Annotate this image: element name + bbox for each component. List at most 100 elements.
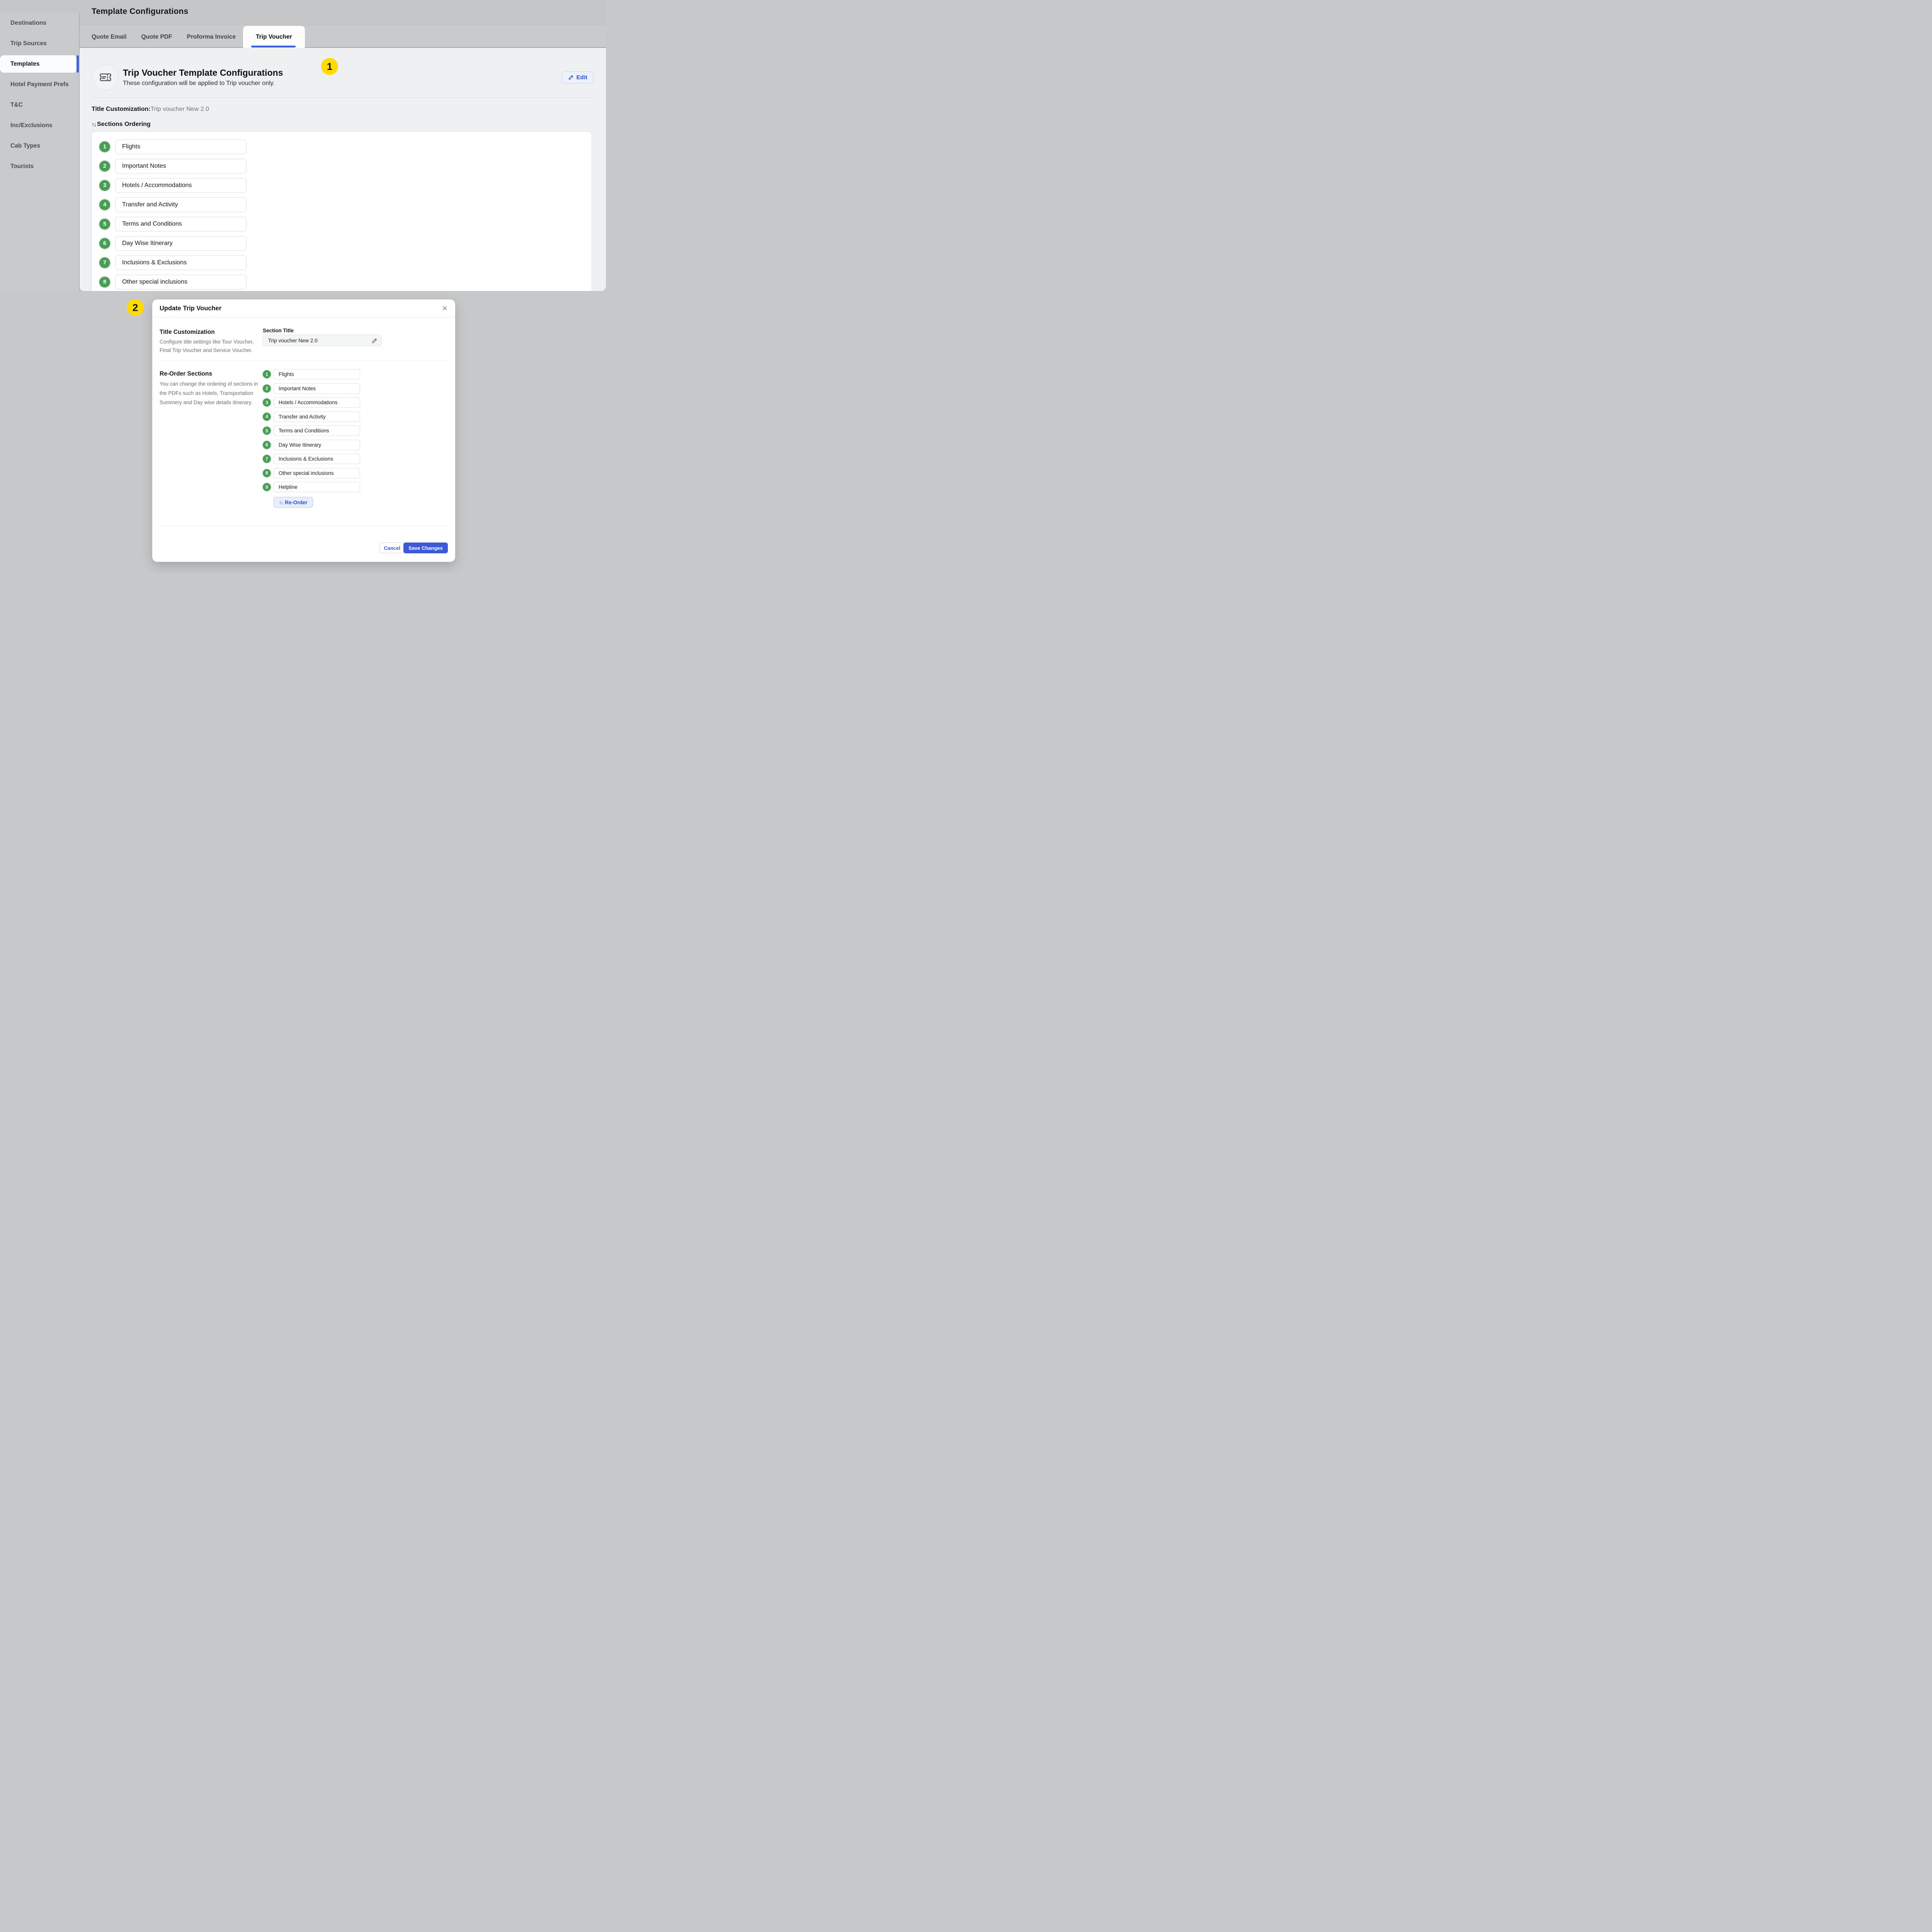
tab-label: Proforma Invoice	[187, 34, 236, 41]
section-title-input[interactable]: Trip voucher New 2.0	[263, 335, 382, 346]
reorder-arrows-icon: ↑↓	[279, 500, 282, 505]
section-label-box[interactable]: Day Wise Itinerary	[274, 440, 360, 450]
panel-heading: Trip Voucher Template Configurations	[123, 68, 283, 78]
tab-trip-voucher[interactable]: Trip Voucher	[243, 26, 305, 48]
title-customization-label: Title Customization:	[92, 106, 151, 112]
reorder-row: 5 Terms and Conditions	[263, 425, 360, 436]
sidebar-item-label: T&C	[10, 102, 23, 109]
section-label-box[interactable]: Hotels / Accommodations	[274, 397, 360, 408]
sidebar-item-trip-sources[interactable]: Trip Sources	[0, 33, 79, 54]
sidebar-item-label: Trip Sources	[10, 40, 47, 47]
tab-proforma-invoice[interactable]: Proforma Invoice	[180, 27, 243, 47]
section-row: 5 Terms and Conditions	[99, 217, 592, 231]
section-row: 4 Transfer and Activity	[99, 197, 592, 212]
section-row: 2 Important Notes	[99, 159, 592, 173]
reorder-button[interactable]: ↑↓ Re-Order	[274, 497, 313, 508]
sidebar-item-inc-exclusions[interactable]: Inc/Exclusions	[0, 115, 79, 136]
modal-title-customization-description: Configure title settings like Tour Vouch…	[160, 338, 258, 355]
section-label-box: Day Wise Itinerary	[115, 236, 247, 251]
modal-header: Update Trip Voucher	[152, 299, 455, 318]
reorder-row: 1 Flights	[263, 369, 360, 379]
sidebar-item-destinations[interactable]: Destinations	[0, 13, 79, 33]
section-label-box: Important Notes	[115, 159, 247, 173]
voucher-avatar	[92, 64, 119, 90]
reorder-row: 2 Important Notes	[263, 383, 360, 394]
section-number-badge: 8	[99, 277, 110, 287]
section-number-badge: 9	[263, 483, 271, 491]
section-label-box: Hotels / Accommodations	[115, 178, 247, 193]
edit-button[interactable]: Edit	[562, 71, 594, 83]
section-number-badge: 7	[263, 455, 271, 463]
tab-label: Quote Email	[92, 34, 126, 41]
section-label-box[interactable]: Important Notes	[274, 383, 360, 394]
section-number-badge: 6	[263, 441, 271, 449]
section-number-badge: 8	[263, 469, 271, 477]
save-changes-button[interactable]: Save Changes	[403, 543, 448, 553]
section-label-box: Transfer and Activity	[115, 197, 247, 212]
panel-subheading: These configuration will be applied to T…	[123, 80, 275, 87]
active-tab-indicator	[251, 46, 296, 48]
reorder-row: 7 Inclusions & Exclusions	[263, 454, 360, 464]
sidebar-item-label: Inc/Exclusions	[10, 122, 53, 129]
tab-quote-email[interactable]: Quote Email	[84, 27, 134, 47]
sidebar-item-cab-types[interactable]: Cab Types	[0, 136, 79, 156]
section-title-value: Trip voucher New 2.0	[268, 338, 318, 344]
sections-ordering-heading: ↑↓ Sections Ordering	[92, 121, 151, 128]
section-number-badge: 2	[263, 384, 271, 393]
annotation-step-1: 1	[321, 58, 338, 75]
divider	[92, 97, 592, 98]
reorder-sections-heading: Re-Order Sections	[160, 371, 212, 378]
ticket-icon	[98, 70, 113, 85]
section-number-badge: 4	[99, 199, 110, 210]
section-label-box[interactable]: Other special inclusions	[274, 468, 360, 478]
section-label-box: Inclusions & Exclusions	[115, 255, 247, 270]
sections-ordering-label: Sections Ordering	[97, 121, 151, 128]
reorder-row: 9 Helpline	[263, 482, 360, 492]
section-title-label: Section Title	[263, 328, 294, 333]
section-label-box[interactable]: Terms and Conditions	[274, 425, 360, 436]
reorder-row: 4 Transfer and Activity	[263, 412, 360, 422]
sidebar-item-hotel-payment-prefs[interactable]: Hotel Payment Prefs	[0, 74, 79, 95]
section-label-box[interactable]: Helpline	[274, 482, 360, 492]
section-label-box[interactable]: Transfer and Activity	[274, 412, 360, 422]
sidebar-item-tourists[interactable]: Tourists	[0, 156, 79, 177]
section-row: 8 Other special inclusions	[99, 275, 592, 289]
section-label-box[interactable]: Flights	[274, 369, 360, 379]
section-label-box[interactable]: Inclusions & Exclusions	[274, 454, 360, 464]
reorder-row: 8 Other special inclusions	[263, 468, 360, 478]
screen: Template Configurations Quote Email Quot…	[0, 0, 606, 574]
sections-ordering-card: 1 Flights 2 Important Notes 3 Hotels / A…	[92, 131, 592, 291]
section-number-badge: 4	[263, 413, 271, 421]
sidebar-item-label: Tourists	[10, 163, 34, 170]
page-title: Template Configurations	[92, 7, 188, 16]
reorder-sections-description: You can change the ordering of sections …	[160, 379, 265, 407]
section-row: 7 Inclusions & Exclusions	[99, 255, 592, 270]
section-row: 6 Day Wise Itinerary	[99, 236, 592, 251]
reorder-button-label: Re-Order	[285, 500, 308, 505]
sidebar-item-templates[interactable]: Templates	[0, 55, 77, 73]
trip-voucher-config-panel: Trip Voucher Template Configurations The…	[80, 48, 606, 291]
section-label-box: Other special inclusions	[115, 275, 247, 289]
close-icon[interactable]: ✕	[440, 304, 450, 314]
section-number-badge: 7	[99, 257, 110, 268]
edit-pencil-icon[interactable]	[371, 338, 378, 345]
section-number-badge: 2	[99, 161, 110, 172]
reorder-row: 6 Day Wise Itinerary	[263, 440, 360, 450]
tab-quote-pdf[interactable]: Quote PDF	[134, 27, 179, 47]
tab-bar: Quote Email Quote PDF Proforma Invoice T…	[80, 25, 606, 48]
section-row: 3 Hotels / Accommodations	[99, 178, 592, 193]
cancel-button[interactable]: Cancel	[379, 543, 405, 553]
annotation-step-2: 2	[127, 299, 144, 316]
sidebar-item-tc[interactable]: T&C	[0, 95, 79, 115]
sidebar-item-label: Cab Types	[10, 143, 40, 150]
section-number-badge: 5	[99, 219, 110, 230]
section-number-badge: 3	[263, 398, 271, 406]
edit-button-label: Edit	[577, 74, 587, 81]
sidebar-item-label: Templates	[10, 61, 40, 68]
section-number-badge: 5	[263, 427, 271, 435]
section-label-box: Terms and Conditions	[115, 217, 247, 231]
title-customization-line: Title Customization:Trip voucher New 2.0	[92, 106, 209, 113]
pencil-icon	[568, 75, 574, 80]
sidebar-item-label: Hotel Payment Prefs	[10, 81, 69, 88]
section-number-badge: 3	[99, 180, 110, 191]
